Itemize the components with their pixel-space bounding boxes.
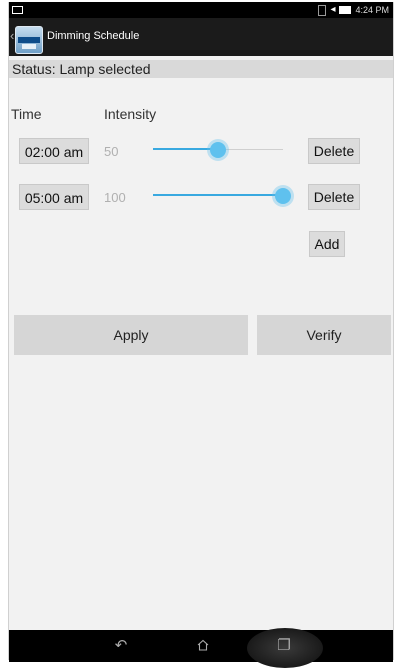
intensity-slider[interactable] xyxy=(153,186,291,206)
add-button[interactable]: Add xyxy=(309,231,345,257)
status-line: Status: Lamp selected xyxy=(9,60,393,78)
system-nav-bar: ↶ ❐ xyxy=(9,628,393,668)
intensity-value: 50 xyxy=(104,144,119,159)
slider-fill xyxy=(153,148,218,150)
delete-button[interactable]: Delete xyxy=(308,138,360,164)
delete-button[interactable]: Delete xyxy=(308,184,360,210)
sim-icon xyxy=(318,4,327,16)
time-picker-button[interactable]: 02:00 am xyxy=(19,138,89,164)
home-icon[interactable] xyxy=(197,639,209,651)
back-icon[interactable]: ↶ xyxy=(101,630,141,662)
action-bar: ‹ Dimming Schedule xyxy=(9,18,393,56)
status-text: Status: Lamp selected xyxy=(12,61,151,77)
status-icons: ◂ 4:24 PM xyxy=(318,4,389,16)
screen-title: Dimming Schedule xyxy=(47,30,140,42)
clock: 4:24 PM xyxy=(355,5,389,15)
wifi-icon: ◂ xyxy=(330,4,336,15)
battery-icon xyxy=(339,6,352,14)
up-chevron-icon[interactable]: ‹ xyxy=(10,29,14,43)
system-status-bar: ◂ 4:24 PM xyxy=(9,2,393,18)
intensity-slider[interactable] xyxy=(153,140,283,160)
slider-thumb[interactable] xyxy=(210,142,226,158)
device-frame: ◂ 4:24 PM ‹ Dimming Schedule Status: Lam… xyxy=(8,2,394,668)
apply-button[interactable]: Apply xyxy=(14,315,248,355)
slider-thumb[interactable] xyxy=(275,188,291,204)
recent-apps-icon[interactable]: ❐ xyxy=(264,630,304,662)
time-picker-button[interactable]: 05:00 am xyxy=(19,184,89,210)
slider-fill xyxy=(153,194,283,196)
verify-button[interactable]: Verify xyxy=(257,315,391,355)
lamp-app-icon[interactable] xyxy=(15,26,43,54)
notification-icon xyxy=(12,6,23,14)
intensity-column-header: Intensity xyxy=(104,106,157,122)
intensity-value: 100 xyxy=(104,190,126,205)
time-column-header: Time xyxy=(11,106,42,122)
